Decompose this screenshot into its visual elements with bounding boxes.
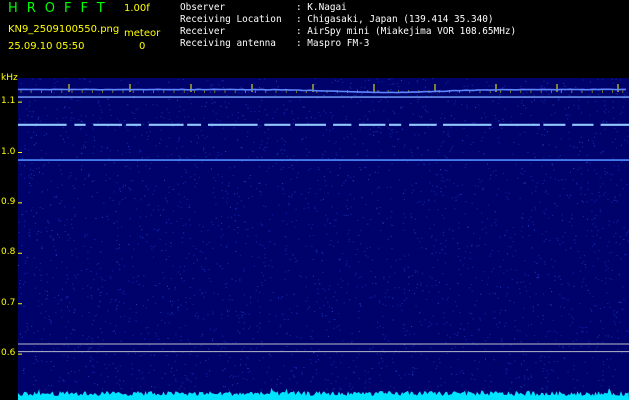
y-tick-label: 1.1 bbox=[1, 96, 16, 107]
spectrogram-canvas bbox=[18, 78, 629, 400]
y-tick-label: 0.9 bbox=[1, 196, 16, 207]
info-row-location: Receiving Location : Chigasaki, Japan (13… bbox=[180, 14, 516, 26]
info-key: Receiving Location bbox=[180, 14, 282, 26]
app-version: 1.00f bbox=[124, 3, 150, 14]
info-row-antenna: Receiving antenna : Maspro FM-3 bbox=[180, 38, 516, 50]
info-value: : K.Nagai bbox=[296, 2, 347, 13]
info-value: : AirSpy mini (Miakejima VOR 108.65MHz) bbox=[296, 26, 517, 38]
info-row-observer: Observer : K.Nagai bbox=[180, 2, 516, 14]
file-name: KN9_2509100550.png bbox=[8, 24, 120, 35]
y-axis-unit: kHz bbox=[1, 73, 18, 83]
header-panel: HROFFT 1.00f KN9_2509100550.png meteor 2… bbox=[0, 0, 629, 78]
meteor-label: meteor bbox=[124, 28, 161, 39]
y-tick-marks bbox=[18, 101, 22, 355]
y-tick-label: 0.8 bbox=[1, 247, 16, 258]
app-name: HROFFT bbox=[8, 1, 114, 16]
noise-speckle-bright bbox=[18, 79, 628, 389]
observation-info: Observer : K.Nagai Receiving Location : Ch… bbox=[180, 2, 516, 50]
y-tick-label: 0.6 bbox=[1, 348, 16, 359]
meteor-count: 0 bbox=[139, 41, 146, 52]
info-value: : Chigasaki, Japan (139.414 35.340) bbox=[296, 14, 494, 26]
signal-line bbox=[18, 88, 626, 94]
y-tick-label: 1.0 bbox=[1, 146, 16, 157]
info-key: Receiver bbox=[180, 26, 226, 38]
datetime: 25.09.10 05:50 bbox=[8, 41, 85, 52]
info-key: Receiving antenna bbox=[180, 38, 276, 50]
info-key: Observer bbox=[180, 2, 226, 13]
noise-floor-band bbox=[18, 387, 629, 400]
spectrogram bbox=[18, 78, 629, 400]
info-value: : Maspro FM-3 bbox=[296, 38, 370, 50]
y-tick-label: 0.7 bbox=[1, 297, 16, 308]
info-row-receiver: Receiver : AirSpy mini (Miakejima VOR 108… bbox=[180, 26, 516, 38]
